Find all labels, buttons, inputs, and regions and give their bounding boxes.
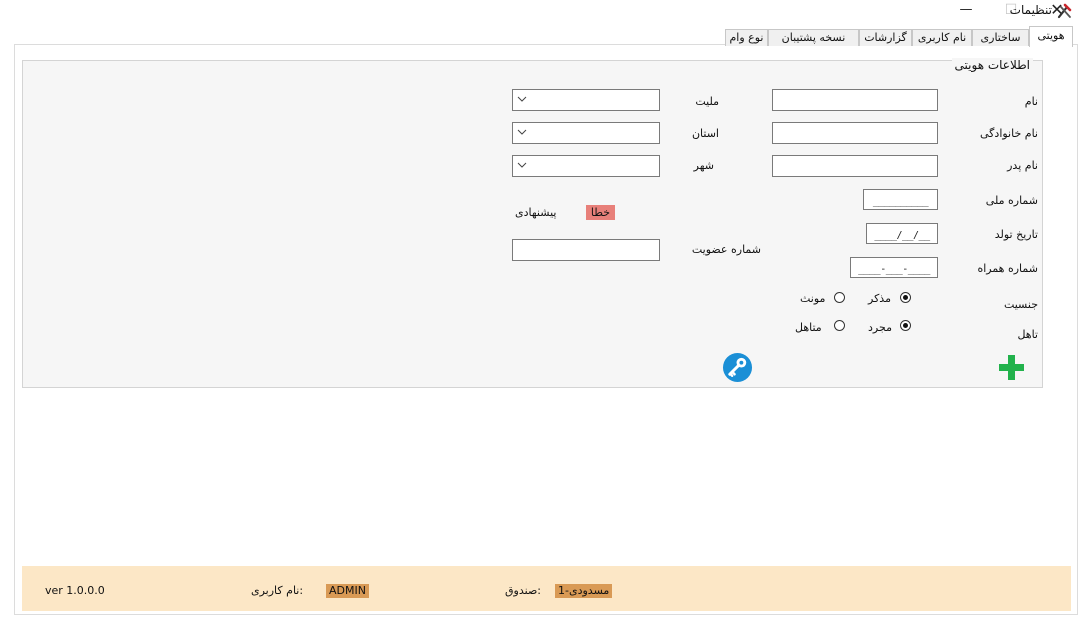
gender-male-radio[interactable] <box>900 292 911 303</box>
birth-date-label: تاریخ تولد <box>994 228 1038 241</box>
radio-selected-dot <box>903 295 908 300</box>
membership-number-label: شماره عضویت <box>691 243 761 256</box>
first-name-input[interactable] <box>772 89 938 111</box>
suggested-label: پیشنهادی <box>515 206 557 219</box>
plus-icon[interactable] <box>998 354 1025 381</box>
nationality-label: ملیت <box>695 95 719 108</box>
tab-username[interactable]: نام کاربری <box>912 29 972 46</box>
marital-single-radio[interactable] <box>900 320 911 331</box>
radio-selected-dot <box>903 323 908 328</box>
minimize-button[interactable]: — <box>949 0 983 22</box>
settings-tools-icon <box>1057 3 1072 19</box>
chevron-down-icon <box>517 129 527 135</box>
marital-single-label[interactable]: مجرد <box>868 321 892 334</box>
marital-married-label[interactable]: متاهل <box>795 321 822 334</box>
marital-label: تاهل <box>1017 328 1038 341</box>
chevron-down-icon <box>517 96 527 102</box>
birth-date-input[interactable]: ____/__/__ <box>866 223 938 244</box>
father-name-input[interactable] <box>772 155 938 177</box>
national-code-label: شماره ملی <box>985 194 1038 207</box>
marital-married-radio[interactable] <box>834 320 845 331</box>
mobile-input[interactable]: ____-___-____ <box>850 257 938 278</box>
username-label: نام کاربری: <box>251 584 304 597</box>
gender-female-label[interactable]: مونث <box>800 292 825 305</box>
key-icon[interactable] <box>722 352 753 383</box>
error-badge: خطا <box>586 205 615 220</box>
province-select[interactable] <box>512 122 660 144</box>
city-select[interactable] <box>512 155 660 177</box>
tab-reports[interactable]: گزارشات <box>859 29 912 46</box>
gender-label: جنسیت <box>1003 298 1038 311</box>
mobile-label: شماره همراه <box>977 262 1038 275</box>
fund-label: صندوق: <box>505 584 541 597</box>
first-name-label: نام <box>1024 95 1038 108</box>
membership-number-input[interactable] <box>512 239 660 261</box>
province-label: استان <box>691 127 719 140</box>
father-name-label: نام پدر <box>1007 159 1038 172</box>
nationality-select[interactable] <box>512 89 660 111</box>
fund-value-badge: 1-مسدودی <box>555 584 613 598</box>
version-text: ver 1.0.0.0 <box>45 584 105 597</box>
tab-loan-type[interactable]: نوع وام <box>725 29 768 46</box>
national-code-input[interactable]: __________ <box>863 189 938 210</box>
gender-male-label[interactable]: مذکر <box>868 292 891 305</box>
title-bar <box>0 0 1080 22</box>
last-name-input[interactable] <box>772 122 938 144</box>
window-title: تنظیمات <box>1009 3 1052 17</box>
groupbox-title: اطلاعات هویتی <box>951 58 1033 72</box>
city-label: شهر <box>693 159 714 172</box>
last-name-label: نام خانوادگی <box>980 127 1038 140</box>
gender-female-radio[interactable] <box>834 292 845 303</box>
tab-identity[interactable]: هویتی <box>1029 26 1073 47</box>
status-bar <box>22 566 1071 611</box>
chevron-down-icon <box>517 162 527 168</box>
tab-structural[interactable]: ساختاری <box>972 29 1029 46</box>
tab-backup[interactable]: نسخه پشتیبان <box>768 29 859 46</box>
username-value-badge: ADMIN <box>326 584 369 598</box>
